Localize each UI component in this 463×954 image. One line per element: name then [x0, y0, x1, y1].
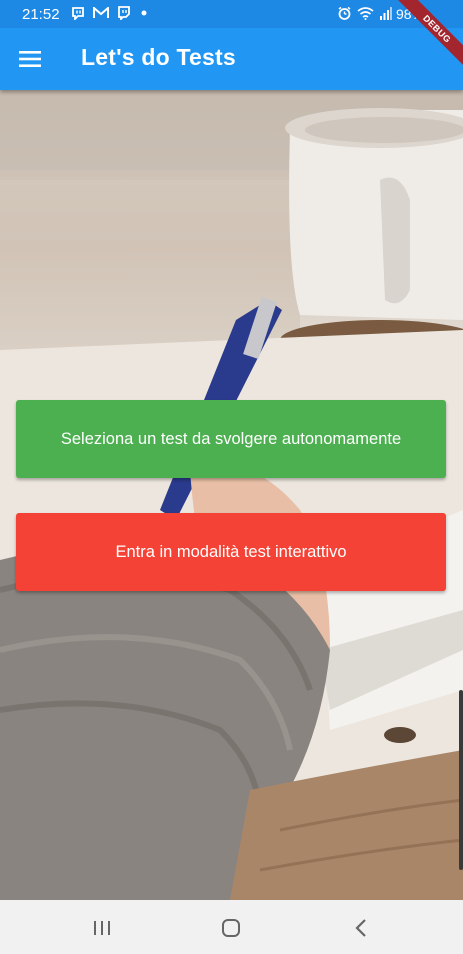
gmail-icon — [92, 6, 110, 20]
back-button[interactable] — [347, 914, 375, 942]
home-button[interactable] — [217, 914, 245, 942]
menu-button[interactable] — [10, 39, 50, 79]
status-bar: 21:52 98% — [0, 0, 463, 28]
recent-apps-icon — [94, 921, 110, 935]
scrollbar[interactable] — [459, 690, 463, 870]
background-image — [0, 90, 463, 900]
page-title: Let's do Tests — [81, 44, 236, 70]
twitch-icon — [116, 6, 132, 20]
home-icon — [222, 919, 240, 937]
back-icon — [355, 919, 366, 937]
hamburger-menu-icon — [19, 51, 41, 67]
recent-apps-button[interactable] — [88, 914, 116, 942]
self-test-button[interactable]: Seleziona un test da svolgere autonomame… — [16, 400, 446, 478]
alarm-icon — [336, 6, 352, 20]
dot-icon — [140, 6, 148, 20]
signal-icon — [378, 6, 392, 20]
app-screen: 21:52 98% Let's do Tests DEBUG Seleziona… — [0, 0, 463, 954]
status-time: 21:52 — [22, 6, 60, 23]
app-bar: Let's do Tests — [0, 28, 463, 90]
desk-photo — [0, 90, 463, 900]
wifi-icon — [356, 6, 374, 20]
system-nav-bar — [0, 900, 463, 954]
interactive-test-button[interactable]: Entra in modalità test interattivo — [16, 513, 446, 591]
chat-bubble-icon — [70, 6, 86, 20]
